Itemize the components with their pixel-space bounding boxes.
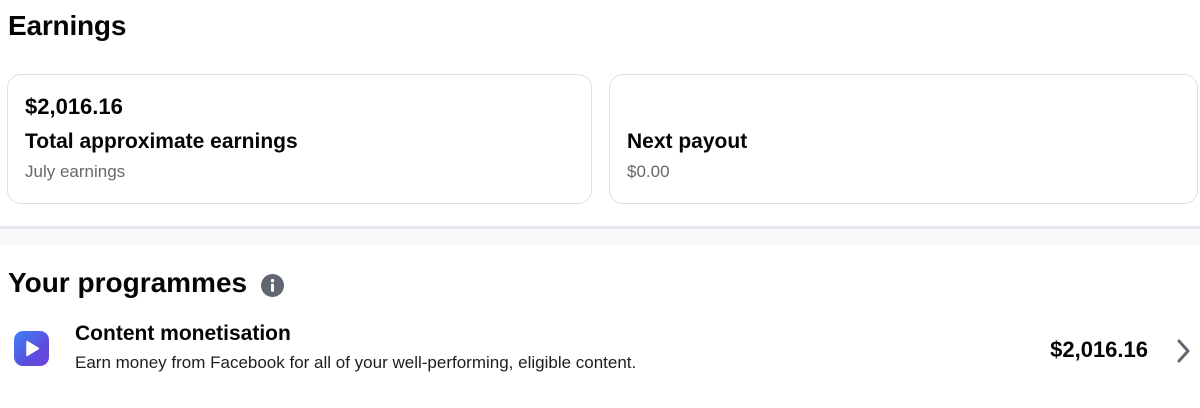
play-icon <box>14 331 49 366</box>
programme-description: Earn money from Facebook for all of your… <box>75 353 637 372</box>
total-earnings-amount: $2,016.16 <box>25 94 123 119</box>
next-payout-card[interactable]: Next payout $0.00 <box>609 74 1198 204</box>
earnings-title: Earnings <box>8 10 127 41</box>
next-payout-amount: $0.00 <box>627 162 670 181</box>
next-payout-label: Next payout <box>627 130 748 153</box>
programme-name: Content monetisation <box>75 322 291 345</box>
programmes-title-row: Your programmes <box>8 267 285 299</box>
programmes-title: Your programmes <box>8 267 248 298</box>
total-earnings-card[interactable]: $2,016.16 Total approximate earnings Jul… <box>7 74 592 204</box>
total-earnings-period: July earnings <box>25 162 126 181</box>
info-icon[interactable] <box>261 272 285 297</box>
chevron-right-icon[interactable] <box>1174 336 1194 366</box>
programme-row-content-monetisation[interactable]: Content monetisation Earn money from Fac… <box>0 317 1200 383</box>
programme-amount: $2,016.16 <box>1050 337 1148 362</box>
programmes-section: Your programmes Content monetisation Ear… <box>0 245 1200 408</box>
total-earnings-label: Total approximate earnings <box>25 130 298 153</box>
earnings-page: Earnings $2,016.16 Total approximate ear… <box>0 0 1200 408</box>
section-band <box>0 229 1200 245</box>
earnings-section: Earnings $2,016.16 Total approximate ear… <box>0 0 1200 226</box>
